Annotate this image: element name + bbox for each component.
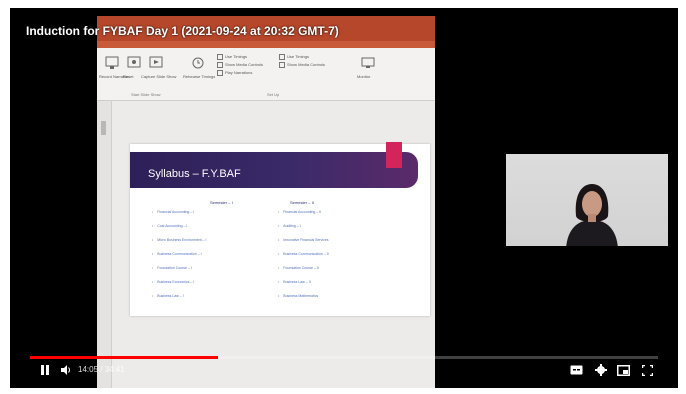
ribbon-checkbox[interactable]: Show Media Controls: [279, 62, 325, 68]
subject-item: Micro Business Environment – I: [152, 238, 206, 242]
video-player[interactable]: Induction for FYBAF Day 1 (2021-09-24 at…: [10, 8, 678, 388]
subject-item: Business Communication – II: [278, 252, 328, 256]
subject-item: Cost Accounting – I: [152, 224, 187, 228]
ribbon-button-label: Capture Slide Show: [141, 74, 177, 79]
ribbon-checkbox[interactable]: Use Timings: [217, 54, 247, 60]
settings-button[interactable]: [595, 362, 607, 378]
subject-item: Foundation Course – I: [152, 266, 192, 270]
ribbon-group-label: Start Slide Show: [131, 92, 161, 97]
video-title[interactable]: Induction for FYBAF Day 1 (2021-09-24 at…: [26, 24, 339, 38]
semester-two-header: Semester – II: [290, 200, 314, 205]
subject-item: Financial Accounting – II: [278, 210, 321, 214]
gear-icon: [595, 364, 607, 376]
slide-thumbnail-pane: [97, 101, 112, 388]
slide: Syllabus – F.Y.BAF Semester – I Semester…: [130, 142, 430, 316]
subject-item: Business Communication – I: [152, 252, 201, 256]
subtitles-button[interactable]: [570, 362, 583, 378]
progress-played: [30, 356, 219, 359]
pause-icon: [41, 365, 49, 375]
semester-one-header: Semester – I: [210, 200, 233, 205]
subject-item: Innovative Financial Services: [278, 238, 328, 242]
ribbon-button-label: Monitor: [357, 74, 371, 79]
subject-item: Business Mathematics: [278, 294, 318, 298]
volume-icon: [61, 365, 70, 375]
capture-slide-show-icon: [147, 54, 165, 72]
subject-item: Auditing – I: [278, 224, 301, 228]
slide-title: Syllabus – F.Y.BAF: [148, 168, 241, 180]
presenter-image: [566, 184, 618, 246]
time-display: 14:05 / 34:41: [78, 365, 125, 374]
slide-thumbnail[interactable]: [101, 121, 106, 135]
progress-bar[interactable]: [30, 356, 658, 359]
ribbon-button-label: Rehearse Timings: [183, 74, 216, 79]
subtitles-icon: [570, 365, 583, 375]
webcam-feed: [506, 154, 668, 246]
fullscreen-icon: [642, 364, 653, 376]
volume-button[interactable]: [60, 362, 72, 378]
slide-accent-block: [386, 142, 402, 168]
reset-icon: [125, 54, 143, 72]
ppt-ribbon-tabs: [97, 41, 435, 48]
monitor-icon: [359, 54, 377, 72]
subject-item: Business Economics – I: [152, 280, 194, 284]
miniplayer-button[interactable]: [617, 362, 630, 378]
ribbon-group-label: Set Up: [267, 92, 280, 97]
record-narration-icon: [103, 54, 121, 72]
ppt-ribbon: Record Narration Reset Capture Slide Sho…: [97, 48, 435, 101]
ribbon-checkbox[interactable]: Use Timings: [279, 54, 309, 60]
ribbon-button-label: Reset: [123, 74, 134, 79]
ribbon-checkbox[interactable]: Play Narrations: [217, 70, 252, 76]
subject-item: Financial Accounting – I: [152, 210, 194, 214]
miniplayer-icon: [617, 364, 630, 376]
subject-item: Business Law – II: [278, 280, 310, 284]
pause-button[interactable]: [40, 362, 50, 378]
ribbon-checkbox[interactable]: Show Media Controls: [217, 62, 263, 68]
rehearse-timings-icon: [189, 54, 207, 72]
fullscreen-button[interactable]: [642, 362, 653, 378]
subject-item: Foundation Course – II: [278, 266, 319, 270]
subject-item: Business Law – I: [152, 294, 183, 298]
